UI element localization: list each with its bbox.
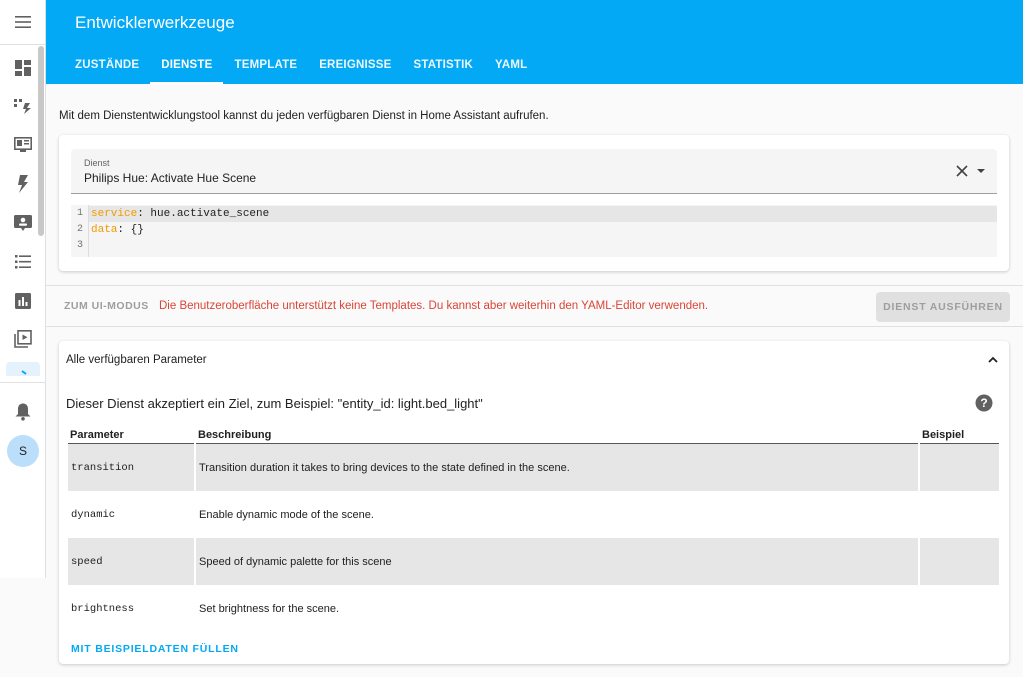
param-name: transition	[68, 444, 194, 491]
param-description: Speed of dynamic palette for this scene	[196, 538, 918, 585]
service-picker-value[interactable]: Philips Hue: Activate Hue Scene	[84, 171, 256, 185]
line-number: 1	[77, 208, 84, 219]
param-description: Enable dynamic mode of the scene.	[199, 508, 374, 521]
code-line[interactable]: service: hue.activate_scene	[89, 206, 997, 222]
table-row: transition Transition duration it takes …	[68, 444, 999, 491]
sidebar-item-statistics[interactable]	[12, 290, 34, 312]
tab-states[interactable]: ZUSTÄNDE	[64, 46, 150, 84]
table-header-row: Parameter Beschreibung Beispiel	[68, 427, 999, 444]
sidebar-item-overview[interactable]	[12, 57, 34, 79]
svg-text:?: ?	[980, 396, 987, 410]
target-description: Dieser Dienst akzeptiert ein Ziel, zum B…	[66, 396, 483, 411]
sidebar-item-notifications[interactable]	[12, 401, 34, 423]
param-example	[920, 538, 999, 585]
column-header: Beispiel	[920, 427, 999, 444]
line-number: 2	[77, 224, 84, 235]
sidebar: S	[0, 0, 46, 578]
overview-icon	[15, 60, 31, 76]
action-bar: ZUM UI-MODUS Die Benutzeroberfläche unte…	[46, 285, 1023, 327]
help-icon[interactable]: ?	[975, 394, 993, 412]
param-description: Transition duration it takes to bring de…	[196, 444, 918, 491]
sidebar-item-history[interactable]	[12, 212, 34, 234]
yaml-value: : hue.activate_scene	[137, 208, 270, 220]
sidebar-item-map[interactable]	[12, 134, 34, 156]
tab-bar: ZUSTÄNDE DIENSTE TEMPLATE EREIGNISSE STA…	[64, 46, 538, 84]
map-icon	[14, 137, 32, 152]
param-example	[920, 444, 999, 491]
sidebar-item-todo[interactable]	[12, 251, 34, 273]
yaml-editor[interactable]: 1 2 3 service: hue.activate_scene data: …	[71, 205, 997, 257]
menu-icon	[15, 16, 31, 28]
table-row: dynamic Enable dynamic mode of the scene…	[68, 491, 999, 538]
menu-button[interactable]	[0, 0, 46, 45]
column-header: Parameter	[68, 427, 194, 444]
tab-statistics[interactable]: STATISTIK	[403, 46, 485, 84]
parameters-panel: Alle verfügbaren Parameter Dieser Dienst…	[59, 341, 1009, 664]
service-picker-label: Dienst	[84, 158, 110, 168]
yaml-key: data	[91, 224, 118, 236]
media-icon	[14, 330, 32, 348]
user-avatar[interactable]: S	[7, 435, 39, 467]
sidebar-item-developer-tools[interactable]	[6, 362, 40, 376]
param-name: dynamic	[71, 508, 116, 521]
service-picker[interactable]: Dienst Philips Hue: Activate Hue Scene	[71, 149, 997, 194]
tab-events[interactable]: EREIGNISSE	[308, 46, 402, 84]
table-row: brightness Set brightness for the scene.	[68, 585, 999, 632]
parameters-table: Parameter Beschreibung Beispiel transiti…	[66, 427, 1001, 632]
page-title: Entwicklerwerkzeuge	[75, 13, 235, 32]
history-icon	[14, 215, 32, 231]
yaml-value: : {}	[117, 224, 144, 236]
sidebar-divider	[0, 382, 46, 383]
param-example	[920, 491, 999, 538]
line-number-gutter: 1 2 3	[71, 205, 89, 257]
tab-yaml[interactable]: YAML	[484, 46, 538, 84]
chevron-up-icon[interactable]	[986, 353, 1000, 367]
developer-tools-icon	[21, 370, 27, 375]
dropdown-arrow-icon[interactable]	[975, 165, 987, 177]
tab-template[interactable]: TEMPLATE	[223, 46, 308, 84]
ui-mode-button[interactable]: ZUM UI-MODUS	[64, 300, 149, 312]
parameters-panel-title[interactable]: Alle verfügbaren Parameter	[66, 354, 207, 366]
clear-icon[interactable]	[955, 164, 969, 178]
bell-icon	[15, 403, 31, 421]
error-message: Die Benutzeroberfläche unterstützt keine…	[159, 300, 709, 312]
column-header: Beschreibung	[196, 427, 918, 444]
sidebar-item-media[interactable]	[12, 328, 34, 350]
energy-icon	[14, 99, 31, 114]
run-service-button[interactable]: DIENST AUSFÜHREN	[876, 292, 1010, 322]
param-description: Set brightness for the scene.	[199, 602, 340, 615]
yaml-key: service	[91, 208, 138, 220]
sidebar-scrollbar[interactable]	[38, 46, 44, 236]
sidebar-item-logbook[interactable]	[12, 173, 34, 195]
tab-services[interactable]: DIENSTE	[150, 46, 224, 84]
statistics-icon	[15, 293, 31, 309]
table-row: speed Speed of dynamic palette for this …	[68, 538, 999, 585]
app-header: Entwicklerwerkzeuge ZUSTÄNDE DIENSTE TEM…	[46, 0, 1023, 84]
service-card: Dienst Philips Hue: Activate Hue Scene 1…	[59, 135, 1009, 271]
sidebar-item-energy[interactable]	[12, 95, 34, 117]
code-line[interactable]: data: {}	[91, 222, 144, 238]
fill-example-data-button[interactable]: MIT BEISPIELDATEN FÜLLEN	[71, 643, 239, 655]
todo-list-icon	[15, 255, 31, 269]
param-example	[920, 585, 999, 632]
param-name: brightness	[71, 602, 135, 615]
intro-text: Mit dem Dienstentwicklungstool kannst du…	[59, 110, 549, 122]
logbook-icon	[18, 175, 28, 193]
param-name: speed	[68, 538, 194, 585]
line-number: 3	[77, 240, 84, 251]
